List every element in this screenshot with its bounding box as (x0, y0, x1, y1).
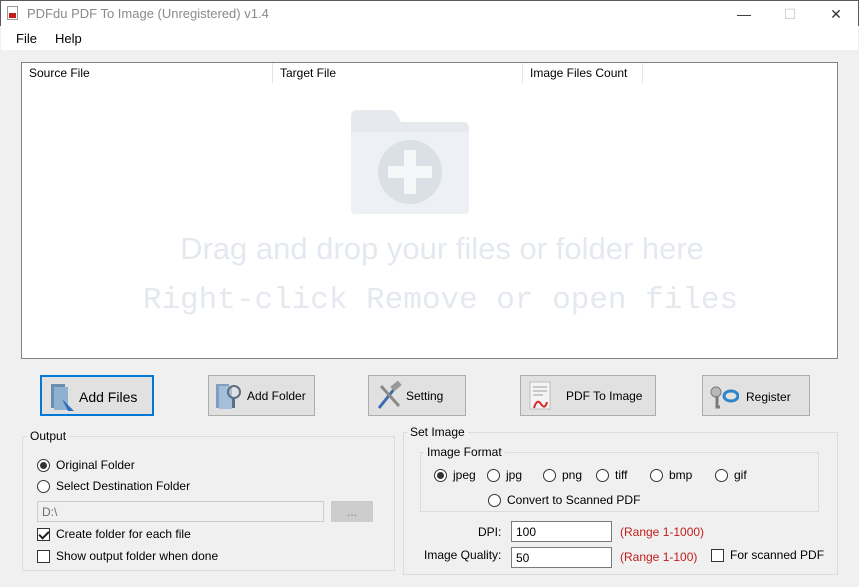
add-folder-drop-icon (351, 110, 469, 214)
register-label: Register (746, 390, 791, 404)
select-destination-label: Select Destination Folder (56, 479, 191, 493)
add-files-label: Add Files (79, 389, 138, 405)
key-icon (710, 386, 739, 409)
column-image-files-count[interactable]: Image Files Count (523, 63, 643, 83)
add-folder-label: Add Folder (247, 389, 306, 403)
format-jpeg-label: jpeg (453, 468, 476, 482)
output-group-title: Output (27, 429, 70, 443)
register-button[interactable]: Register (702, 375, 810, 416)
destination-path-input[interactable] (37, 501, 324, 522)
format-jpeg-radio[interactable] (434, 469, 447, 482)
file-list[interactable]: Source File Target File Image Files Coun… (21, 62, 838, 359)
set-image-group-title: Set Image (407, 425, 468, 439)
maximize-button[interactable]: ☐ (767, 1, 813, 27)
for-scanned-pdf-checkbox[interactable] (711, 549, 724, 562)
format-jpg-radio[interactable] (487, 469, 500, 482)
pdf-document-icon (529, 381, 551, 410)
add-files-icon (51, 384, 74, 411)
pdf-to-image-label: PDF To Image (566, 389, 643, 403)
format-bmp-radio[interactable] (650, 469, 663, 482)
minimize-icon: — (737, 6, 751, 22)
image-format-title: Image Format (424, 445, 505, 459)
scanned-pdf-label: Convert to Scanned PDF (507, 493, 641, 507)
drop-hint-text-2: Right-click Remove or open files (142, 283, 739, 318)
tools-icon (377, 380, 402, 409)
format-bmp-label: bmp (669, 468, 693, 482)
scanned-pdf-radio[interactable] (488, 494, 501, 507)
create-folder-checkbox[interactable] (37, 528, 50, 541)
format-gif-label: gif (734, 468, 747, 482)
format-jpg-label: jpg (506, 468, 523, 482)
image-quality-label: Image Quality: (424, 548, 502, 562)
format-png-label: png (562, 468, 583, 482)
app-pdf-icon (7, 6, 18, 20)
column-source-file[interactable]: Source File (22, 63, 273, 83)
dpi-input[interactable] (511, 521, 612, 542)
image-quality-input[interactable] (511, 547, 612, 568)
add-folder-button[interactable]: Add Folder (208, 375, 315, 416)
column-target-file[interactable]: Target File (273, 63, 523, 83)
format-tiff-label: tiff (615, 468, 628, 482)
maximize-icon: ☐ (783, 5, 797, 22)
create-folder-label: Create folder for each file (56, 527, 191, 541)
show-output-label: Show output folder when done (56, 549, 219, 563)
menu-help[interactable]: Help (55, 31, 82, 46)
format-tiff-radio[interactable] (596, 469, 609, 482)
list-header: Source File Target File Image Files Coun… (22, 63, 837, 83)
setting-label: Setting (406, 389, 444, 403)
menu-bar: File Help (1, 26, 858, 50)
minimize-button[interactable]: — (721, 1, 767, 27)
menu-file[interactable]: File (16, 31, 37, 46)
dpi-range-text: (Range 1-1000) (620, 525, 705, 539)
pdf-to-image-button[interactable]: PDF To Image (520, 375, 656, 416)
add-files-button[interactable]: Add Files (40, 375, 154, 416)
select-destination-radio[interactable] (37, 480, 50, 493)
for-scanned-pdf-label: For scanned PDF (730, 548, 825, 562)
close-icon: ✕ (830, 5, 842, 22)
dpi-label: DPI: (478, 525, 502, 539)
format-gif-radio[interactable] (715, 469, 728, 482)
show-output-checkbox[interactable] (37, 550, 50, 563)
original-folder-radio[interactable] (37, 459, 50, 472)
add-folder-icon (216, 384, 241, 409)
browse-label: ... (346, 504, 357, 519)
browse-button[interactable]: ... (331, 501, 373, 522)
format-png-radio[interactable] (543, 469, 556, 482)
quality-range-text: (Range 1-100) (620, 550, 698, 564)
window-title: PDFdu PDF To Image (Unregistered) v1.4 (27, 6, 269, 21)
setting-button[interactable]: Setting (368, 375, 466, 416)
drop-hint-text: Drag and drop your files or folder here (180, 231, 704, 266)
close-button[interactable]: ✕ (813, 1, 859, 27)
original-folder-label: Original Folder (56, 458, 135, 472)
title-bar: PDFdu PDF To Image (Unregistered) v1.4 —… (0, 0, 859, 26)
